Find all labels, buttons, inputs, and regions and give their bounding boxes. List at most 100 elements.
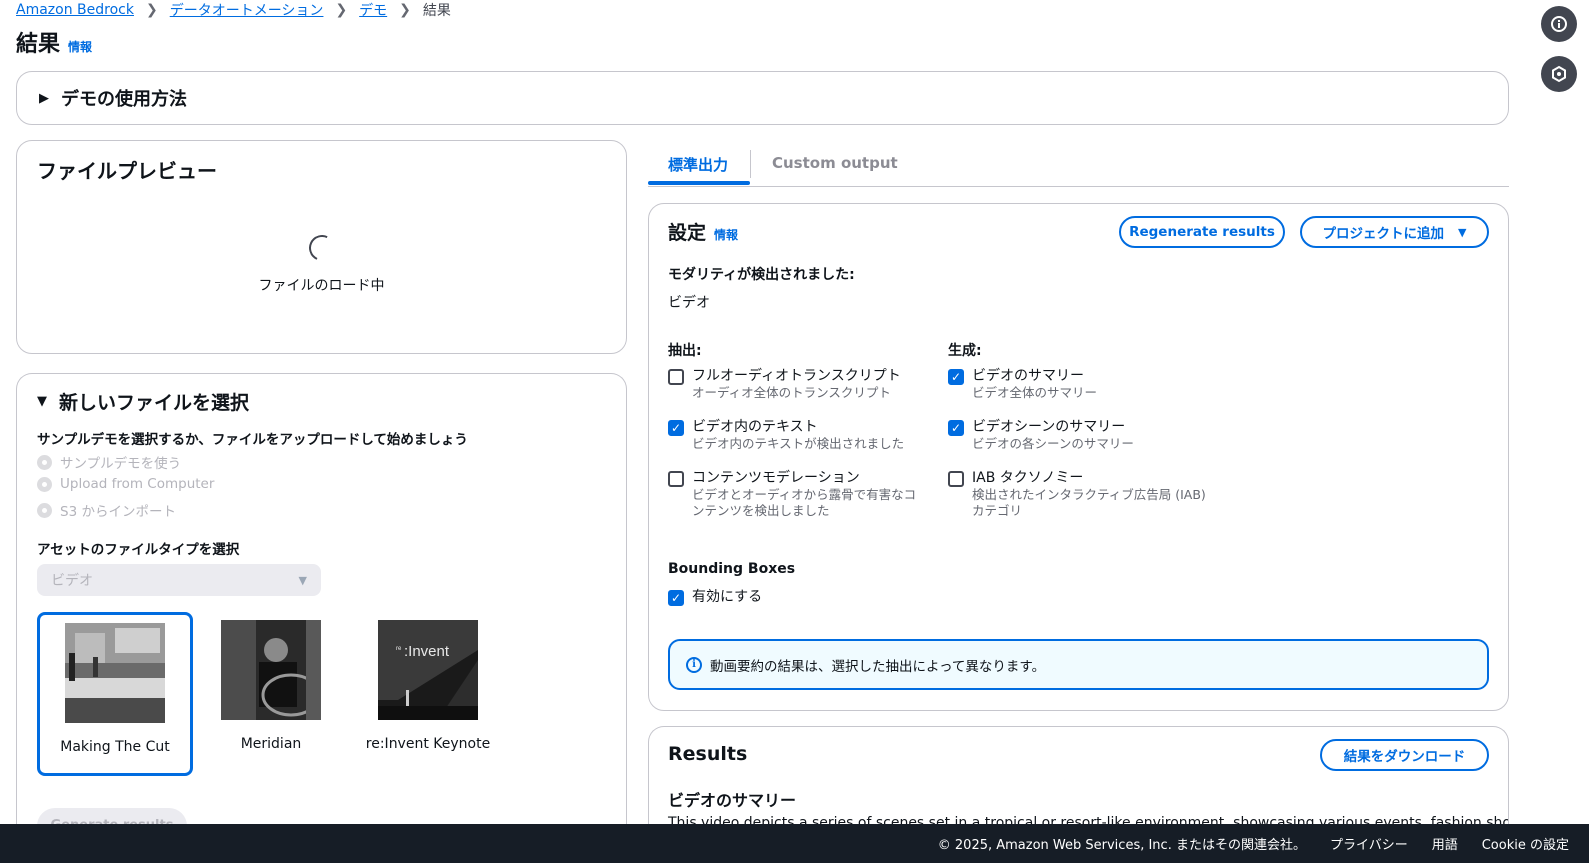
radio-label: S3 からインポート [60, 504, 176, 520]
download-label: 結果をダウンロード [1343, 749, 1466, 765]
checkbox-description: オーディオ全体のトランスクリプト [692, 385, 891, 400]
modality-label: モダリティが検出されました: [668, 267, 855, 283]
video-thumbnail [65, 623, 165, 723]
checkbox-description: ビデオの各シーンのサマリー [972, 436, 1134, 451]
info-alert: i 動画要約の結果は、選択した抽出によって異なります。 [668, 639, 1489, 690]
checkbox-description: ビデオ全体のサマリー [972, 385, 1098, 400]
video-thumbnail [221, 620, 321, 720]
checkbox-description: ビデオとオーディオから露骨で有害なコンテンツを検出しました [692, 487, 917, 518]
breadcrumb-link-data-automation[interactable]: データオートメーション [170, 0, 324, 20]
regenerate-results-button[interactable]: Regenerate results [1119, 216, 1285, 248]
checkbox-checked[interactable]: ✓ [948, 369, 964, 385]
tab-divider [750, 150, 751, 178]
page-header: 結果 情報 [16, 26, 92, 58]
checkbox-video-summary[interactable]: ✓ ビデオのサマリー ビデオ全体のサマリー [948, 367, 1097, 401]
chevron-right-icon: ❯ [145, 2, 158, 18]
settings-info-link[interactable]: 情報 [714, 226, 738, 243]
demo-howto-expander[interactable]: ▶ デモの使用方法 [16, 71, 1509, 125]
radio-button[interactable] [37, 502, 52, 518]
checkbox-label: IAB タクソノミー [972, 470, 1084, 486]
checkbox-checked[interactable]: ✓ [668, 420, 684, 436]
settings-title: 設定 [668, 222, 707, 244]
page-title: 結果 [16, 32, 61, 57]
sample-video-making-the-cut[interactable]: Making The Cut [37, 612, 193, 776]
radio-upload-computer[interactable]: Upload from Computer [37, 476, 214, 492]
info-icon: i [686, 656, 702, 673]
results-title: Results [668, 743, 748, 765]
checkbox-iab-taxonomy[interactable]: IAB タクソノミー 検出されたインタラクティブ広告局 (IAB) カテゴリ [948, 469, 1218, 519]
sample-video-meridian[interactable]: Meridian [193, 612, 349, 776]
checkbox-text-in-video[interactable]: ✓ ビデオ内のテキスト ビデオ内のテキストが検出されました [668, 418, 904, 452]
checkbox[interactable] [668, 369, 684, 385]
modality-value: ビデオ [668, 295, 710, 311]
video-summary-title: ビデオのサマリー [668, 791, 797, 810]
sample-video-reinvent-keynote[interactable]: :Invent re re:Invent Keynote [350, 612, 506, 776]
download-results-button[interactable]: 結果をダウンロード [1320, 739, 1489, 771]
svg-text:re: re [396, 646, 402, 652]
checkbox-full-audio-transcript[interactable]: フルオーディオトランスクリプト オーディオ全体のトランスクリプト [668, 367, 901, 401]
add-to-project-label: プロジェクトに追加 [1322, 226, 1445, 242]
checkbox-description: 検出されたインタラクティブ広告局 (IAB) カテゴリ [972, 487, 1206, 518]
chevron-right-icon: ❯ [399, 2, 411, 18]
checkbox-content-moderation[interactable]: コンテンツモデレーション ビデオとオーディオから露骨で有害なコンテンツを検出しまし… [668, 469, 928, 519]
checkbox[interactable] [948, 471, 964, 487]
breadcrumb-link-demo[interactable]: デモ [359, 0, 387, 20]
caret-down-icon: ▼ [1458, 225, 1467, 239]
caret-right-icon: ▶ [39, 90, 49, 106]
checkbox-label: ビデオ内のテキスト [692, 419, 818, 435]
generation-title: 生成: [948, 343, 982, 359]
tab-custom-output[interactable]: Custom output [772, 154, 898, 172]
checkbox-label: ビデオシーンのサマリー [972, 419, 1126, 435]
active-tab-indicator [648, 181, 750, 185]
checkbox-scene-summary[interactable]: ✓ ビデオシーンのサマリー ビデオの各シーンのサマリー [948, 418, 1134, 452]
checkbox-label: ビデオのサマリー [972, 368, 1084, 384]
radio-button[interactable] [37, 454, 52, 470]
extraction-title: 抽出: [668, 343, 702, 359]
spinner-icon [305, 231, 339, 265]
info-panel-button[interactable] [1541, 6, 1577, 42]
checkbox-description: ビデオ内のテキストが検出されました [692, 436, 905, 451]
checkbox-label: コンテンツモデレーション [692, 470, 860, 486]
output-tabs: 標準出力 Custom output [648, 140, 1509, 187]
alert-text: 動画要約の結果は、選択した抽出によって異なります。 [710, 658, 1046, 675]
help-panel-button[interactable] [1541, 56, 1577, 92]
select-file-expander[interactable]: ▼ 新しいファイルを選択 [37, 388, 249, 415]
svg-text::Invent: :Invent [404, 643, 450, 660]
asset-type-label: アセットのファイルタイプを選択 [37, 542, 240, 558]
checkbox-bounding-boxes-enable[interactable]: ✓ 有効にする [668, 588, 762, 606]
radio-sample-demo[interactable]: サンプルデモを使う [37, 452, 181, 472]
breadcrumb-link-bedrock[interactable]: Amazon Bedrock [16, 2, 134, 18]
checkbox-label: フルオーディオトランスクリプト [692, 368, 901, 384]
thumbnail-label: re:Invent Keynote [365, 736, 491, 752]
breadcrumb: Amazon Bedrock ❯ データオートメーション ❯ デモ ❯ 結果 [16, 0, 451, 20]
footer-privacy-link[interactable]: プライバシー [1330, 834, 1408, 853]
asset-type-value: ビデオ [51, 573, 93, 589]
asset-type-select[interactable]: ビデオ ▼ [37, 564, 321, 596]
checkbox[interactable] [668, 471, 684, 487]
radio-button[interactable] [37, 476, 52, 492]
footer: © 2025, Amazon Web Services, Inc. またはその関… [0, 824, 1589, 863]
footer-terms-link[interactable]: 用語 [1432, 834, 1458, 853]
select-file-title: 新しいファイルを選択 [59, 392, 250, 414]
settings-header: 設定 情報 [668, 218, 738, 245]
info-link[interactable]: 情報 [68, 38, 92, 55]
add-to-project-button[interactable]: プロジェクトに追加 ▼ [1300, 216, 1489, 248]
checkbox-checked[interactable]: ✓ [948, 420, 964, 436]
radio-label: サンプルデモを使う [60, 456, 182, 472]
select-file-description: サンプルデモを選択するか、ファイルをアップロードして始めましょう [37, 432, 468, 448]
checkbox-label: 有効にする [692, 589, 763, 605]
checkbox-checked[interactable]: ✓ [668, 590, 684, 606]
video-thumbnail: :Invent re [378, 620, 478, 720]
howto-title: デモの使用方法 [61, 89, 187, 110]
thumbnail-label: Making The Cut [60, 739, 170, 755]
radio-label: Upload from Computer [60, 476, 215, 492]
tab-standard-output[interactable]: 標準出力 [668, 154, 728, 175]
footer-copyright: © 2025, Amazon Web Services, Inc. またはその関… [937, 838, 1306, 853]
preview-title: ファイルプレビュー [37, 159, 217, 183]
hexagon-icon [1552, 65, 1566, 83]
radio-import-s3[interactable]: S3 からインポート [37, 500, 176, 520]
file-preview-panel: ファイルプレビュー ファイルのロード中 [16, 140, 627, 354]
right-rail [1541, 6, 1577, 92]
regenerate-label: Regenerate results [1129, 224, 1275, 240]
footer-cookie-link[interactable]: Cookie の設定 [1482, 834, 1569, 853]
